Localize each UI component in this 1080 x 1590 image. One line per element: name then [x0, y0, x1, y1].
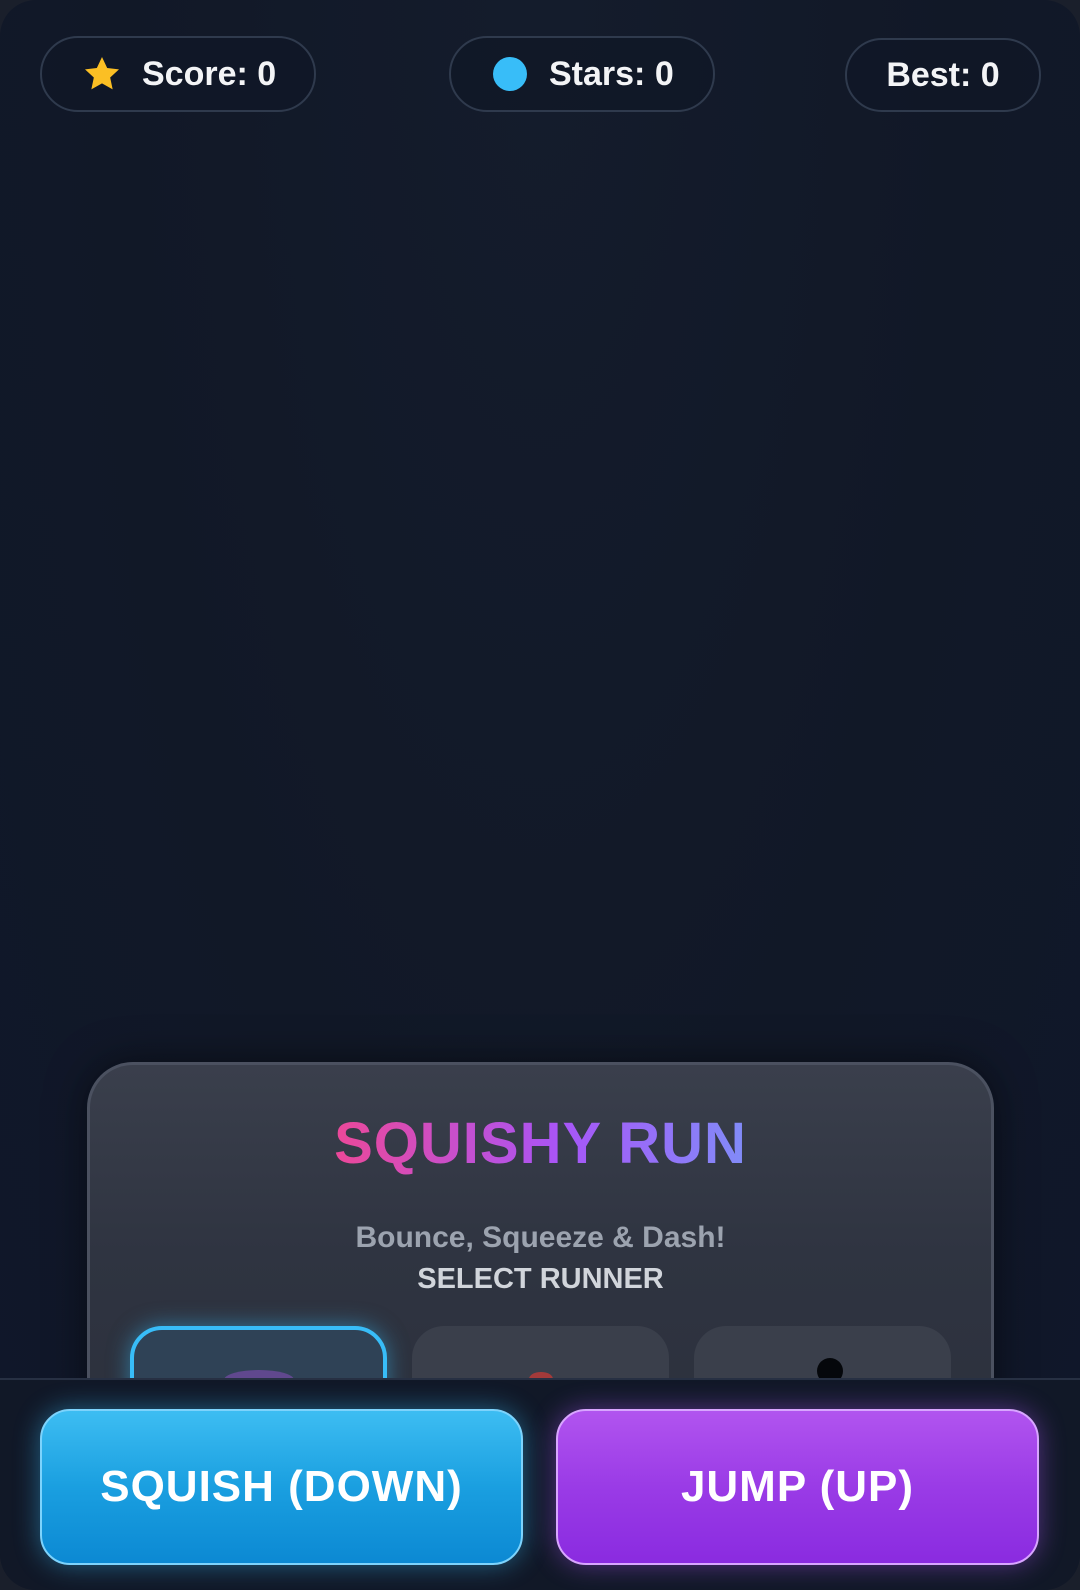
score-label: Score: 0 [142, 54, 277, 93]
select-runner-label: SELECT RUNNER [417, 1263, 664, 1295]
game-frame: Score: 0 Stars: 0 Best: 0 SQUISHY RUN Bo… [0, 0, 1080, 1590]
squish-button[interactable]: SQUISH (DOWN) [40, 1409, 523, 1565]
game-subtitle: Bounce, Squeeze & Dash! [355, 1221, 726, 1254]
stars-display: Stars: 0 [449, 36, 715, 112]
score-display: Score: 0 [40, 36, 316, 112]
game-title: SQUISHY RUN [334, 1111, 747, 1176]
jump-button[interactable]: JUMP (UP) [556, 1409, 1039, 1565]
best-label: Best: 0 [886, 55, 1000, 94]
best-display: Best: 0 [845, 38, 1041, 112]
star-icon [82, 54, 122, 94]
blue-dot-icon [493, 57, 527, 91]
control-bar: SQUISH (DOWN) JUMP (UP) [0, 1378, 1080, 1590]
stars-label: Stars: 0 [549, 54, 674, 93]
